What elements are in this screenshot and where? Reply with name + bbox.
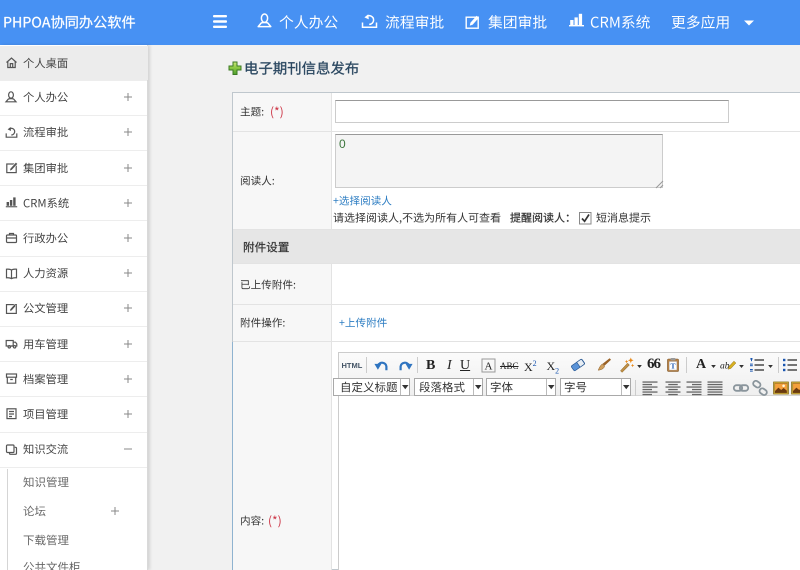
svg-text:T: T [670, 362, 675, 371]
svg-text:ab: ab [720, 362, 730, 372]
svg-text:A: A [485, 360, 493, 372]
